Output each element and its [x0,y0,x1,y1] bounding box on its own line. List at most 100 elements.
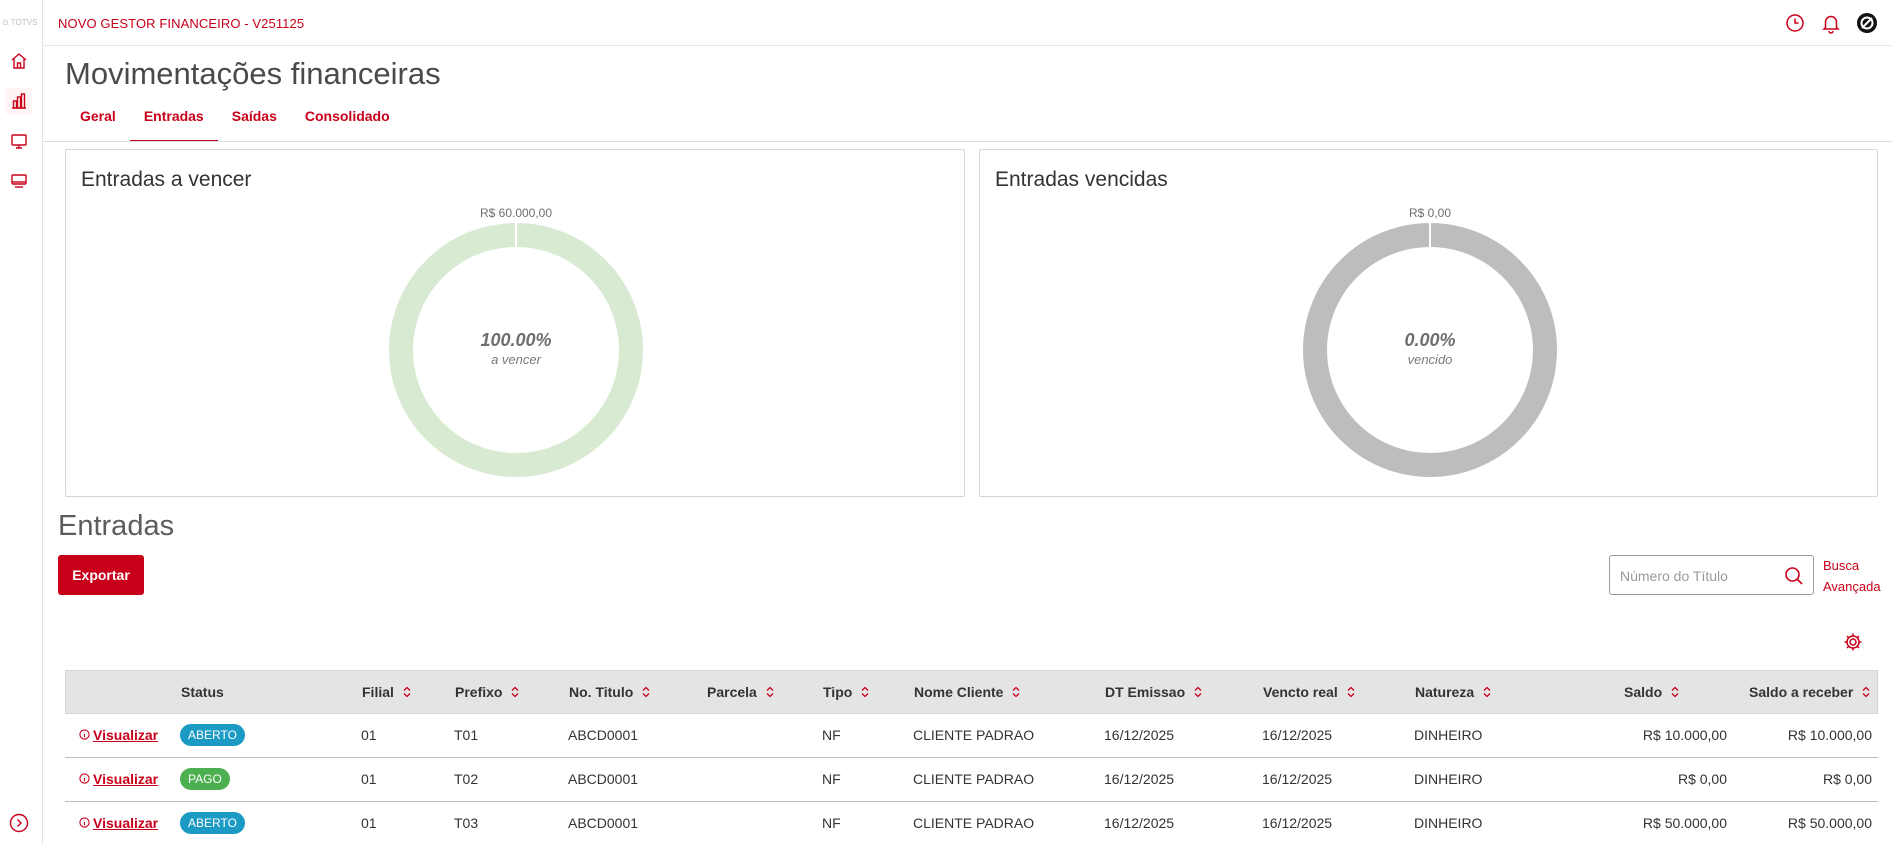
sort-icon [861,686,869,698]
col-label: Filial [362,684,394,700]
search-field [1609,555,1814,595]
history-button[interactable] [1784,12,1806,34]
desktop-icon [11,174,27,188]
view-link[interactable]: Visualizar [79,771,158,787]
cell-titulo: ABCD0001 [568,815,639,831]
sort-icon [1671,686,1679,698]
info-icon [79,773,90,784]
cell-saldo: R$ 0,00 [1677,771,1727,787]
cell-tipo: NF [822,727,841,743]
sort-icon [512,686,519,698]
section-title: Entradas [58,510,175,542]
user-menu-button[interactable] [1856,12,1878,34]
tab-consolidado[interactable]: Consolidado [291,104,404,142]
col-parcela[interactable]: Parcela [707,684,774,700]
col-vencto-real[interactable]: Vencto real [1263,684,1355,700]
status-badge: PAGO [180,768,230,790]
tab-entradas[interactable]: Entradas [129,104,218,142]
view-link-label: Visualizar [93,815,159,831]
table-settings-button[interactable] [1842,631,1864,653]
col-dt-emissao[interactable]: DT Emissao [1105,684,1202,700]
info-icon [79,817,90,828]
table-row: Visualizar ABERTO 01 T01 ABCD0001 NF CLIENTE P… [65,714,1878,758]
sidebar: ⊙ TOTVS [0,0,43,844]
sidebar-item-home[interactable] [6,48,32,74]
col-tipo[interactable]: Tipo [823,684,869,700]
col-label: Saldo a receber [1749,684,1854,700]
col-label: Nome Cliente [914,684,1004,700]
cell-cliente: CLIENTE PADRAO [913,815,1035,831]
search-button[interactable] [1783,565,1805,587]
view-link-label: Visualizar [93,771,159,787]
cell-natureza: DINHEIRO [1414,771,1483,787]
cell-titulo: ABCD0001 [568,727,639,743]
cell-saldo-a-receber: R$ 50.000,00 [1787,815,1872,831]
table-header: Status Filial Prefixo No. Titulo Parcela… [65,670,1878,714]
export-button[interactable]: Exportar [58,555,144,595]
cell-saldo-a-receber: R$ 10.000,00 [1787,727,1872,743]
sort-icon [1347,686,1355,698]
col-label: DT Emissao [1105,684,1186,700]
view-link[interactable]: Visualizar [79,727,158,743]
tabs-divider [43,141,1892,142]
col-label: Tipo [823,684,853,700]
tab-saidas[interactable]: Saídas [218,104,291,142]
status-badge: ABERTO [180,812,245,834]
cell-natureza: DINHEIRO [1414,727,1483,743]
col-status[interactable]: Status [181,684,224,700]
cell-prefixo: T02 [454,771,479,787]
view-link[interactable]: Visualizar [79,815,158,831]
sort-icon [403,686,411,698]
notifications-button[interactable] [1820,12,1842,34]
cell-emissao: 16/12/2025 [1104,815,1175,831]
sidebar-item-charts[interactable] [6,88,32,114]
cell-cliente: CLIENTE PADRAO [913,771,1035,787]
bell-icon [1822,15,1840,34]
col-natureza[interactable]: Natureza [1415,684,1491,700]
sidebar-item-monitor[interactable] [6,128,32,154]
cell-prefixo: T01 [454,727,479,743]
col-label: Prefixo [455,684,503,700]
user-logo-icon [1857,13,1877,33]
col-label: Status [181,684,224,700]
sort-icon [1013,686,1020,698]
col-saldo[interactable]: Saldo [1624,684,1679,700]
col-nome-cliente[interactable]: Nome Cliente [914,684,1020,700]
sort-icon [1483,686,1491,698]
top-bar: NOVO GESTOR FINANCEIRO - V251125 [43,0,1892,46]
col-label: No. Titulo [569,684,634,700]
advanced-search-link[interactable]: Busca Avançada [1823,555,1891,597]
cell-emissao: 16/12/2025 [1104,727,1175,743]
monitor-icon [11,134,27,149]
cell-emissao: 16/12/2025 [1104,771,1175,787]
cell-tipo: NF [822,815,841,831]
sidebar-expand-button[interactable] [8,812,30,834]
totvs-logo: ⊙ TOTVS [2,18,38,27]
cell-titulo: ABCD0001 [568,771,639,787]
sort-icon [1194,686,1202,698]
cell-filial: 01 [361,727,377,743]
cell-saldo-a-receber: R$ 0,00 [1822,771,1872,787]
app-root: ⊙ TOTVS NOVO GESTOR FINANCEIRO - V251125 [0,0,1892,844]
bar-chart-icon [12,93,26,109]
logo-text: TOTVS [10,18,38,27]
col-no-titulo[interactable]: No. Titulo [569,684,650,700]
sort-icon [766,686,774,698]
col-prefixo[interactable]: Prefixo [455,684,519,700]
cell-vencto: 16/12/2025 [1262,771,1333,787]
app-title: NOVO GESTOR FINANCEIRO - V251125 [58,16,305,31]
col-filial[interactable]: Filial [362,684,411,700]
donut-chart [389,222,643,477]
view-link-label: Visualizar [93,727,159,743]
card-entradas-a-vencer: Entradas a vencer R$ 60.000,00 100.00% a… [65,149,965,497]
sort-icon [642,686,650,698]
search-input[interactable] [1620,566,1780,586]
tab-geral[interactable]: Geral [66,104,130,142]
cell-tipo: NF [822,771,841,787]
gear-icon [1844,633,1862,651]
sidebar-item-desktop[interactable] [6,168,32,194]
donut-value-label: R$ 0,00 [1408,206,1452,220]
donut-sublabel: a vencer [491,352,541,367]
advanced-search-line2: Avançada [1823,579,1881,594]
col-saldo-a-receber[interactable]: Saldo a receber [1749,684,1870,700]
